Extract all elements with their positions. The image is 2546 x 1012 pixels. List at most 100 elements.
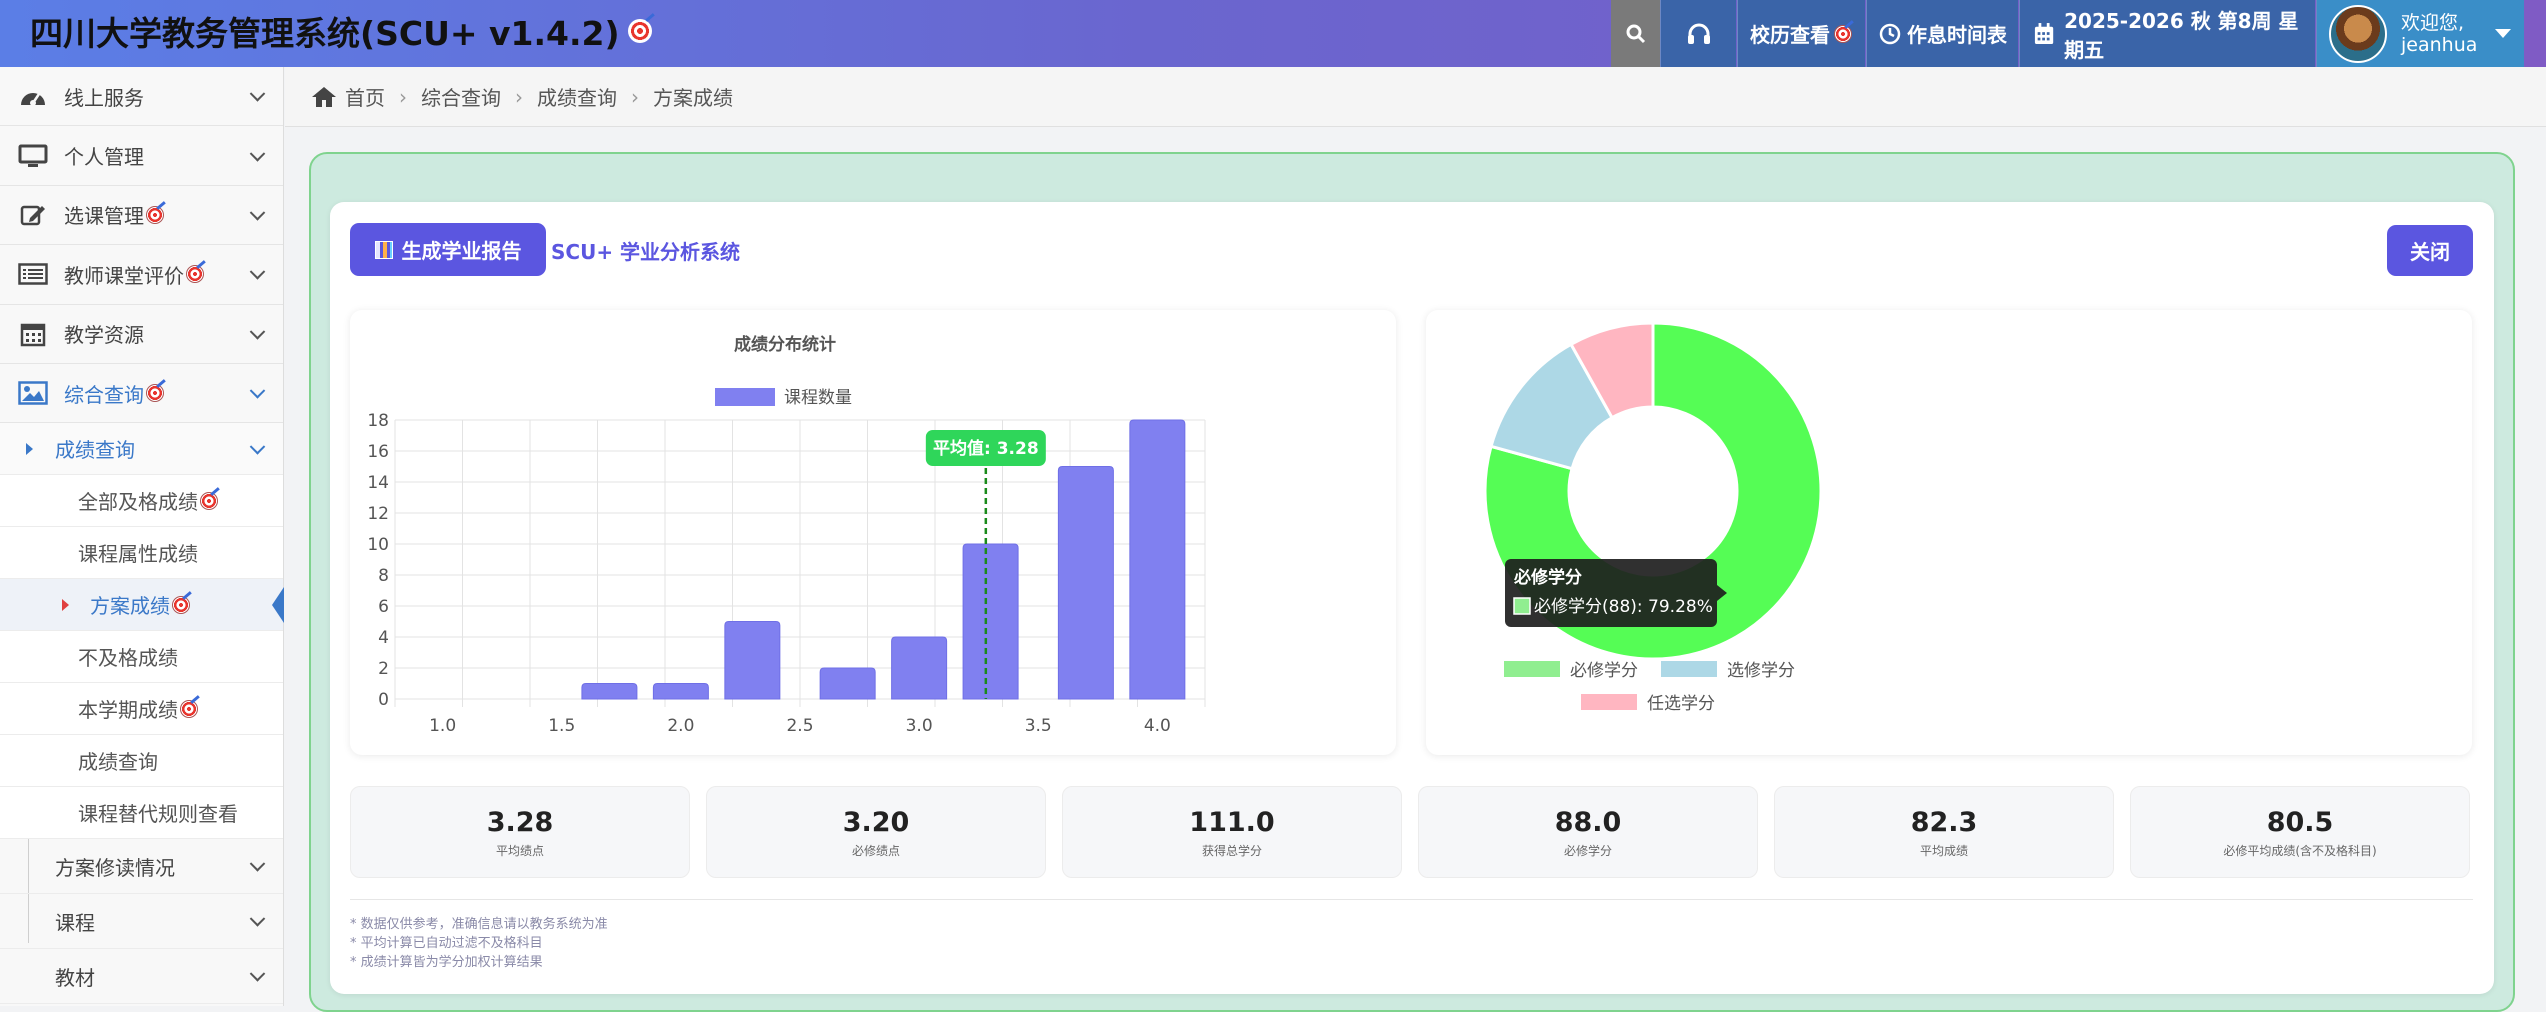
- submenu-courses[interactable]: 课程: [0, 894, 283, 950]
- sidebar-item-label: 个人管理: [64, 145, 144, 170]
- mean-badge-label: 平均值: 3.28: [933, 438, 1039, 459]
- chevron-down-icon: [249, 86, 266, 102]
- sidebar-item-course-selection[interactable]: 选课管理: [0, 186, 283, 246]
- chart-icon: [374, 240, 393, 259]
- caret-right-icon: [26, 443, 33, 456]
- chevron-down-icon: [249, 856, 266, 872]
- submenu-item-failed-grades[interactable]: 不及格成绩: [0, 631, 283, 684]
- submenu-item-plan-grades[interactable]: 方案成绩: [0, 579, 284, 632]
- target-icon: [1834, 24, 1852, 43]
- bar: [1057, 466, 1114, 700]
- term-info[interactable]: 2025-2026 秋 第8周 星期五: [2019, 0, 2315, 67]
- chevron-down-icon: [249, 911, 266, 927]
- submenu-label: 成绩查询: [78, 750, 158, 775]
- submenu-label: 课程属性成绩: [78, 542, 198, 567]
- target-icon: [180, 699, 198, 718]
- breadcrumb-separator: ›: [631, 84, 639, 109]
- y-tick-label: 2: [378, 659, 389, 679]
- footnote: * 数据仅供参考，准确信息请以教务系统为准: [350, 917, 608, 932]
- search-button[interactable]: [1611, 0, 1660, 67]
- submenu-label: 课程: [55, 910, 95, 935]
- sidebar-item-comprehensive-query[interactable]: 综合查询: [0, 364, 283, 424]
- calendar-icon: [18, 322, 48, 346]
- legend-swatch: [1661, 661, 1717, 677]
- welcome-text: 欢迎您,: [2401, 11, 2465, 34]
- stat-card-required-credits: 88.0 必修学分: [1418, 786, 1758, 878]
- stat-card-average-score: 82.3 平均成绩: [1774, 786, 2114, 878]
- stat-label: 必修绩点: [851, 844, 900, 858]
- y-tick-label: 16: [367, 442, 389, 462]
- x-tick-label: 2.0: [667, 716, 694, 736]
- top-bar: 四川大学教务管理系统(SCU+ v1.4.2) 校历查看 作息时间表 2025-…: [0, 0, 2546, 67]
- tooltip-title: 必修学分: [1513, 567, 1582, 588]
- close-button[interactable]: 关闭: [2387, 225, 2473, 276]
- legend-label: 任选学分: [1647, 694, 1715, 714]
- submenu-grade-query[interactable]: 成绩查询: [0, 423, 283, 476]
- sidebar-item-label: 教学资源: [64, 323, 144, 348]
- legend-swatch: [1581, 694, 1637, 710]
- sidebar-item-online-services[interactable]: 线上服务: [0, 67, 283, 127]
- support-button[interactable]: [1660, 0, 1736, 67]
- submenu-label: 教材: [55, 965, 95, 990]
- generate-report-button[interactable]: 生成学业报告: [350, 223, 546, 276]
- submenu-plan-progress[interactable]: 方案修读情况: [0, 839, 283, 895]
- tooltip-body: 必修学分(88): 79.28%: [1534, 597, 1713, 617]
- system-title: SCU+ 学业分析系统: [551, 240, 741, 264]
- selected-indicator: [272, 587, 284, 624]
- breadcrumb-grade-query[interactable]: 成绩查询: [537, 82, 617, 111]
- legend-label: 必修学分: [1570, 661, 1638, 681]
- chevron-down-icon: [249, 204, 266, 221]
- submenu-label: 本学期成绩: [78, 698, 178, 723]
- x-tick-label: 1.0: [429, 716, 456, 736]
- clock-icon: [1879, 23, 1901, 44]
- target-icon: [186, 265, 204, 284]
- username: jeanhua: [2401, 33, 2478, 56]
- submenu-item-this-semester[interactable]: 本学期成绩: [0, 683, 283, 736]
- edit-icon: [18, 203, 48, 227]
- breadcrumb-current: 方案成绩: [653, 86, 733, 110]
- schedule-link[interactable]: 作息时间表: [1866, 0, 2018, 67]
- breadcrumb-comprehensive-query[interactable]: 综合查询: [421, 82, 501, 111]
- chevron-down-icon: [249, 323, 266, 340]
- chevron-down-icon: [249, 966, 266, 982]
- user-menu[interactable]: 欢迎您, jeanhua: [2316, 0, 2524, 67]
- stat-card-required-gpa: 3.20 必修绩点: [706, 786, 1046, 878]
- sidebar-item-teacher-evaluation[interactable]: 教师课堂评价: [0, 245, 283, 305]
- y-tick-label: 8: [378, 566, 389, 586]
- dashboard-icon: [18, 84, 48, 108]
- legend-swatch: [715, 388, 775, 406]
- target-icon: [146, 384, 164, 403]
- submenu-item-attribute-grades[interactable]: 课程属性成绩: [0, 527, 283, 580]
- home-icon: [312, 86, 336, 107]
- chevron-down-icon: [249, 264, 266, 280]
- topbar-edge: [2524, 0, 2546, 67]
- x-tick-label: 4.0: [1144, 716, 1171, 736]
- breadcrumb-home[interactable]: 首页: [345, 82, 385, 111]
- x-tick-label: 2.5: [786, 716, 813, 736]
- breadcrumb-separator: ›: [399, 84, 407, 109]
- stat-value: 3.28: [486, 807, 554, 838]
- sidebar-submenu: 成绩查询 全部及格成绩 课程属性成绩 方案成绩 不及格成绩 本学期成绩 成绩查询…: [0, 423, 284, 1005]
- stat-label: 必修平均成绩(含不及格科目): [2223, 844, 2377, 858]
- submenu-label: 方案成绩: [90, 594, 170, 619]
- y-tick-label: 6: [378, 597, 389, 617]
- submenu-item-substitution-rules[interactable]: 课程替代规则查看: [0, 787, 283, 840]
- sidebar: 线上服务 个人管理 选课管理 教师课堂评价 教学资源 综合查询 成绩查询 全部及…: [0, 67, 284, 1006]
- monitor-icon: [18, 144, 48, 168]
- calendar-view-link[interactable]: 校历查看: [1737, 0, 1865, 67]
- sidebar-item-personal[interactable]: 个人管理: [0, 126, 283, 186]
- submenu-item-grade-query[interactable]: 成绩查询: [0, 735, 283, 788]
- stat-card-gpa: 3.28 平均绩点: [350, 786, 690, 878]
- bar: [962, 543, 1019, 700]
- bar: [891, 636, 948, 700]
- legend-label: 课程数量: [784, 388, 852, 408]
- footnote: * 成绩计算皆为学分加权计算结果: [350, 955, 543, 970]
- submenu-item-all-passed[interactable]: 全部及格成绩: [0, 475, 283, 528]
- sidebar-item-label: 线上服务: [64, 85, 144, 110]
- sidebar-item-teaching-resources[interactable]: 教学资源: [0, 305, 283, 364]
- submenu-textbooks[interactable]: 教材: [0, 949, 283, 1005]
- stat-value: 111.0: [1189, 807, 1275, 838]
- y-tick-label: 18: [367, 411, 389, 431]
- y-tick-label: 14: [367, 473, 389, 493]
- bar: [581, 683, 638, 700]
